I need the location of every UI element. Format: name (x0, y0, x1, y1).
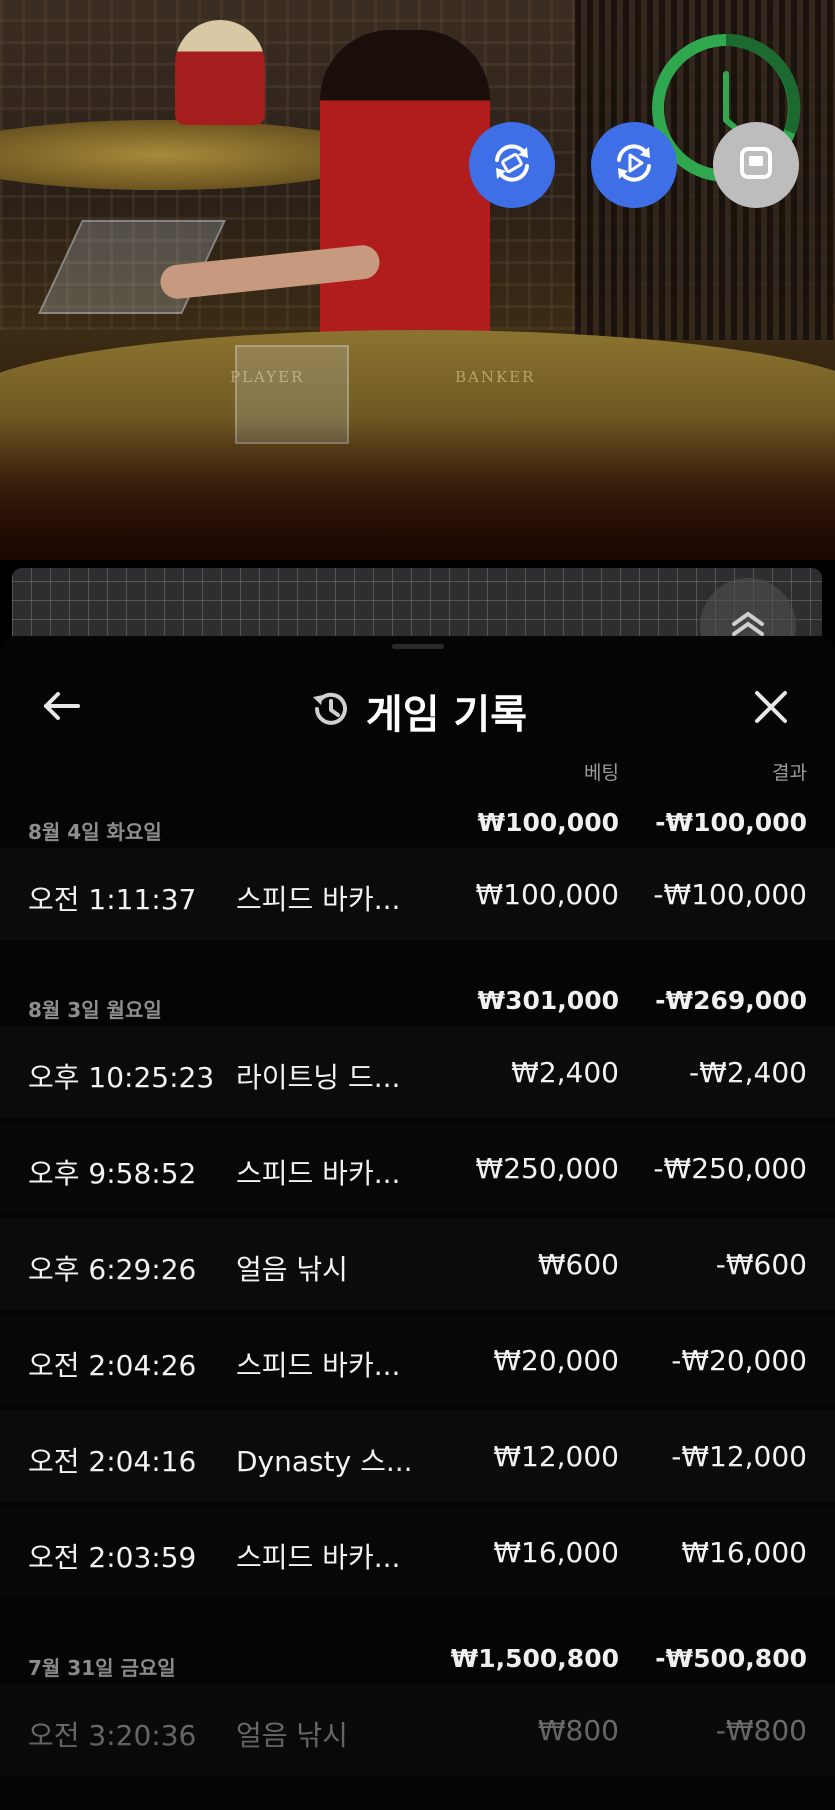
group-total-result: -₩100,000 (655, 808, 807, 837)
panel-header: 게임 기록 (0, 636, 835, 738)
history-row[interactable]: 오전 3:20:36 얼음 낚시 ₩800 -₩800 (0, 1684, 835, 1776)
panel-title: 게임 기록 (365, 692, 528, 738)
row-result: -₩20,000 (671, 1344, 807, 1377)
stop-icon (736, 143, 776, 187)
live-video: PLAYER BANKER (0, 0, 835, 560)
row-result: -₩800 (715, 1714, 807, 1747)
rotate-view-button[interactable] (469, 122, 555, 208)
row-game: 라이트닝 드... (236, 1061, 401, 1094)
group-date: 8월 3일 월요일 (28, 998, 162, 1022)
group-total-bet: ₩1,500,800 (450, 1644, 619, 1673)
row-game: 스피드 바카... (236, 883, 401, 916)
row-bet: ₩250,000 (475, 1152, 619, 1185)
group-total-result: -₩269,000 (655, 986, 807, 1015)
row-result: -₩12,000 (671, 1440, 807, 1473)
row-game: 스피드 바카... (236, 1157, 401, 1190)
group-date: 8월 4일 화요일 (28, 820, 162, 844)
history-icon (308, 687, 352, 735)
video-shade (0, 420, 835, 560)
panel-title-group: 게임 기록 (0, 682, 835, 740)
row-time: 오전 1:11:37 (28, 883, 197, 916)
replay-video-icon (609, 138, 659, 192)
row-time: 오전 2:04:16 (28, 1445, 197, 1478)
replay-video-button[interactable] (591, 122, 677, 208)
row-bet: ₩2,400 (511, 1056, 619, 1089)
row-bet: ₩100,000 (475, 878, 619, 911)
row-result: -₩2,400 (689, 1056, 807, 1089)
history-row[interactable]: 오전 2:04:16 Dynasty 스... ₩12,000 -₩12,000 (0, 1410, 835, 1502)
dealer (320, 30, 490, 350)
row-result: -₩100,000 (653, 878, 807, 911)
group-total-result: -₩500,800 (655, 1644, 807, 1673)
row-result: -₩250,000 (653, 1152, 807, 1185)
history-row[interactable]: 오후 10:25:23 라이트닝 드... ₩2,400 -₩2,400 (0, 1026, 835, 1118)
row-bet: ₩16,000 (493, 1536, 619, 1569)
column-header-bet: 베팅 (584, 762, 619, 784)
row-game: 얼음 낚시 (236, 1253, 348, 1286)
history-row[interactable]: 오전 1:11:37 스피드 바카... ₩100,000 -₩100,000 (0, 848, 835, 940)
row-game: 스피드 바카... (236, 1349, 401, 1382)
row-bet: ₩20,000 (493, 1344, 619, 1377)
row-game: Dynasty 스... (236, 1445, 413, 1478)
history-row[interactable]: 오전 2:04:26 스피드 바카... ₩20,000 -₩20,000 (0, 1314, 835, 1406)
date-group-header: 7월 31일 금요일 ₩1,500,800 -₩500,800 (0, 1620, 835, 1684)
row-result: ₩16,000 (681, 1536, 807, 1569)
group-total-bet: ₩301,000 (477, 986, 619, 1015)
game-history-panel: 게임 기록 베팅 결과 8월 4일 화요일 ₩100,000 -₩100,000… (0, 636, 835, 1810)
column-header-result: 결과 (772, 762, 807, 784)
row-bet: ₩600 (537, 1248, 619, 1281)
rotate-view-icon (487, 138, 537, 192)
group-total-bet: ₩100,000 (477, 808, 619, 837)
close-icon (753, 689, 789, 729)
row-time: 오후 10:25:23 (28, 1061, 215, 1094)
row-bet: ₩12,000 (493, 1440, 619, 1473)
background-dealer (175, 20, 265, 125)
row-time: 오전 2:04:26 (28, 1349, 197, 1382)
row-game: 스피드 바카... (236, 1541, 401, 1574)
row-time: 오후 6:29:26 (28, 1253, 197, 1286)
history-row[interactable]: 오후 9:58:52 스피드 바카... ₩250,000 -₩250,000 (0, 1122, 835, 1214)
history-row[interactable]: 오후 6:29:26 얼음 낚시 ₩600 -₩600 (0, 1218, 835, 1310)
table-label-player: PLAYER (230, 368, 305, 386)
group-date: 7월 31일 금요일 (28, 1656, 176, 1680)
row-bet: ₩800 (537, 1714, 619, 1747)
row-time: 오전 3:20:36 (28, 1719, 197, 1752)
stop-button[interactable] (713, 122, 799, 208)
history-row[interactable]: 오전 2:03:59 스피드 바카... ₩16,000 ₩16,000 (0, 1506, 835, 1598)
row-game: 얼음 낚시 (236, 1719, 348, 1752)
date-group-header: 8월 4일 화요일 ₩100,000 -₩100,000 (0, 784, 835, 848)
row-time: 오전 2:03:59 (28, 1541, 197, 1574)
date-group-header: 8월 3일 월요일 ₩301,000 -₩269,000 (0, 962, 835, 1026)
table-label-banker: BANKER (455, 368, 536, 386)
close-button[interactable] (748, 686, 794, 732)
row-time: 오후 9:58:52 (28, 1157, 197, 1190)
row-result: -₩600 (715, 1248, 807, 1281)
